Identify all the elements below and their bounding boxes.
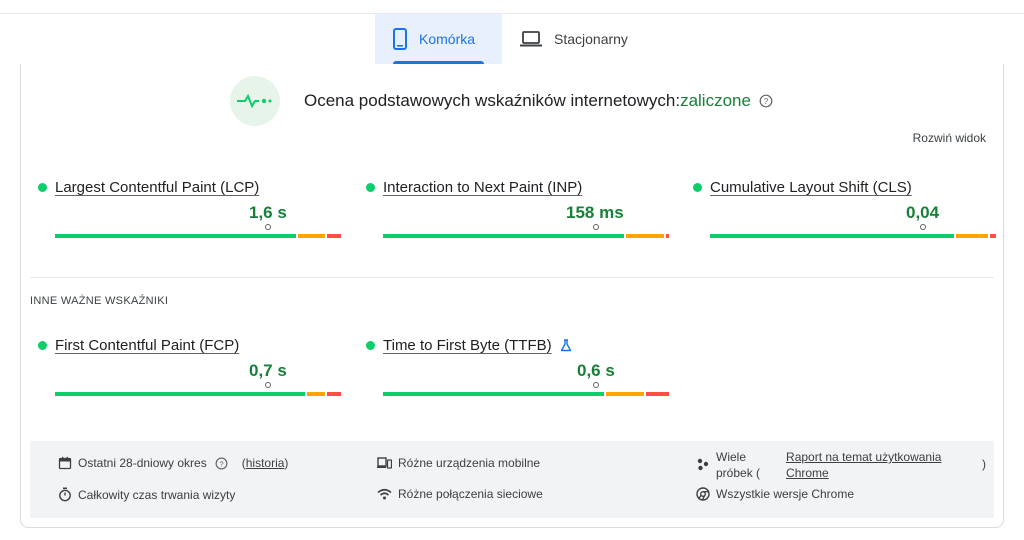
footer-chrome-label: Wszystkie wersje Chrome <box>716 487 855 501</box>
stopwatch-icon <box>59 487 71 502</box>
laptop-icon <box>520 31 542 47</box>
svg-text:?: ? <box>764 97 769 106</box>
experimental-flask-icon[interactable] <box>560 339 572 352</box>
footer-period-label: Ostatni 28-dniowy okres <box>78 456 207 470</box>
svg-text:?: ? <box>219 459 223 468</box>
metric-lcp-distribution-bar <box>55 224 341 238</box>
assessment-label: Ocena podstawowych wskaźników internetow… <box>304 91 751 111</box>
device-tabs: Komórka Stacjonarny <box>375 14 646 64</box>
devices-icon <box>377 457 392 469</box>
p75-marker <box>265 224 272 234</box>
bar-poor-segment <box>666 234 669 238</box>
metric-ttfb-name[interactable]: Time to First Byte (TTFB) <box>383 337 552 354</box>
metric-inp-value: 158 ms <box>566 203 624 222</box>
period-help-icon[interactable]: ? <box>215 457 234 470</box>
bar-good-segment <box>55 392 305 396</box>
p75-marker <box>593 224 600 234</box>
good-dot-icon <box>693 183 702 192</box>
footer-devices: Różne urządzenia mobilne <box>377 456 540 470</box>
wifi-icon <box>377 488 392 500</box>
metric-ttfb-value: 0,6 s <box>577 361 615 380</box>
bar-good-segment <box>383 392 605 396</box>
data-source-footer: Ostatni 28-dniowy okres ? (historia) Cał… <box>30 441 994 518</box>
tab-desktop[interactable]: Stacjonarny <box>502 14 646 64</box>
metric-lcp-value: 1,6 s <box>249 203 287 222</box>
good-dot-icon <box>366 183 375 192</box>
metric-fcp-distribution-bar <box>55 382 341 396</box>
core-web-vitals-assessment: Ocena podstawowych wskaźników internetow… <box>230 76 773 126</box>
footer-samples: Wiele próbek ( Raport na temat użytkowan… <box>696 449 986 481</box>
footer-samples-suffix: ) <box>982 457 987 471</box>
good-dot-icon <box>38 341 47 350</box>
metric-cls-name[interactable]: Cumulative Layout Shift (CLS) <box>710 179 912 196</box>
bar-needs-improvement-segment <box>298 234 325 238</box>
samples-dots-icon <box>697 458 709 471</box>
footer-samples-prefix-1: Wiele <box>716 450 747 464</box>
p75-marker <box>593 382 600 392</box>
chrome-ux-report-link[interactable]: Raport na temat użytkowania Chrome <box>786 449 966 481</box>
metric-inp: Interaction to Next Paint (INP) 158 ms <box>366 179 669 238</box>
metric-fcp: First Contentful Paint (FCP) 0,7 s <box>38 337 341 396</box>
tab-desktop-label: Stacjonarny <box>554 31 628 47</box>
bar-poor-segment <box>646 392 669 396</box>
metric-fcp-value: 0,7 s <box>249 361 287 380</box>
metric-inp-name[interactable]: Interaction to Next Paint (INP) <box>383 179 582 196</box>
section-divider <box>30 277 994 278</box>
p75-marker <box>265 382 272 392</box>
tab-mobile-label: Komórka <box>419 31 476 47</box>
bar-needs-improvement-segment <box>955 234 989 238</box>
metric-cls-distribution-bar <box>710 224 996 238</box>
assessment-label-text: Ocena podstawowych wskaźników internetow… <box>304 91 681 110</box>
pulse-icon <box>230 76 280 126</box>
footer-period: Ostatni 28-dniowy okres ? (historia) <box>58 456 288 470</box>
good-dot-icon <box>38 183 47 192</box>
assessment-status: zaliczone <box>680 91 751 110</box>
bar-needs-improvement-segment <box>306 392 325 396</box>
expand-view-button[interactable]: Rozwiń widok <box>913 131 986 145</box>
footer-devices-label: Różne urządzenia mobilne <box>398 456 541 470</box>
footer-connections-label: Różne połączenia sieciowe <box>398 487 543 501</box>
metric-ttfb: Time to First Byte (TTFB) 0,6 s <box>366 337 669 396</box>
metric-lcp: Largest Contentful Paint (LCP) 1,6 s <box>38 179 341 238</box>
phone-icon <box>393 28 407 50</box>
footer-chrome-versions: Wszystkie wersje Chrome <box>696 487 854 501</box>
tab-mobile[interactable]: Komórka <box>375 14 502 64</box>
footer-duration-label: Całkowity czas trwania wizyty <box>78 487 236 502</box>
metric-cls: Cumulative Layout Shift (CLS) 0,04 <box>693 179 996 238</box>
other-metrics-heading: INNE WAŻNE WSKAŹNIKI <box>30 295 169 307</box>
metric-fcp-name[interactable]: First Contentful Paint (FCP) <box>55 337 239 354</box>
metric-lcp-name[interactable]: Largest Contentful Paint (LCP) <box>55 179 259 196</box>
good-dot-icon <box>366 341 375 350</box>
bar-poor-segment <box>326 392 341 396</box>
metric-inp-distribution-bar <box>383 224 669 238</box>
bar-poor-segment <box>326 234 341 238</box>
history-link[interactable]: historia <box>246 456 285 470</box>
p75-marker <box>920 224 927 234</box>
history-close-paren: ) <box>284 456 289 470</box>
metric-cls-value: 0,04 <box>906 203 940 222</box>
bar-good-segment <box>710 234 954 238</box>
footer-duration: Całkowity czas trwania wizyty <box>58 487 235 502</box>
bar-good-segment <box>55 234 297 238</box>
bar-good-segment <box>383 234 625 238</box>
bar-poor-segment <box>990 234 996 238</box>
calendar-icon <box>58 456 72 470</box>
footer-connections: Różne połączenia sieciowe <box>377 487 543 501</box>
chrome-icon <box>696 487 710 501</box>
bar-needs-improvement-segment <box>606 392 645 396</box>
footer-samples-prefix-2: próbek ( <box>716 466 761 480</box>
metric-ttfb-distribution-bar <box>383 382 669 396</box>
bar-needs-improvement-segment <box>626 234 665 238</box>
help-icon[interactable]: ? <box>759 94 773 108</box>
